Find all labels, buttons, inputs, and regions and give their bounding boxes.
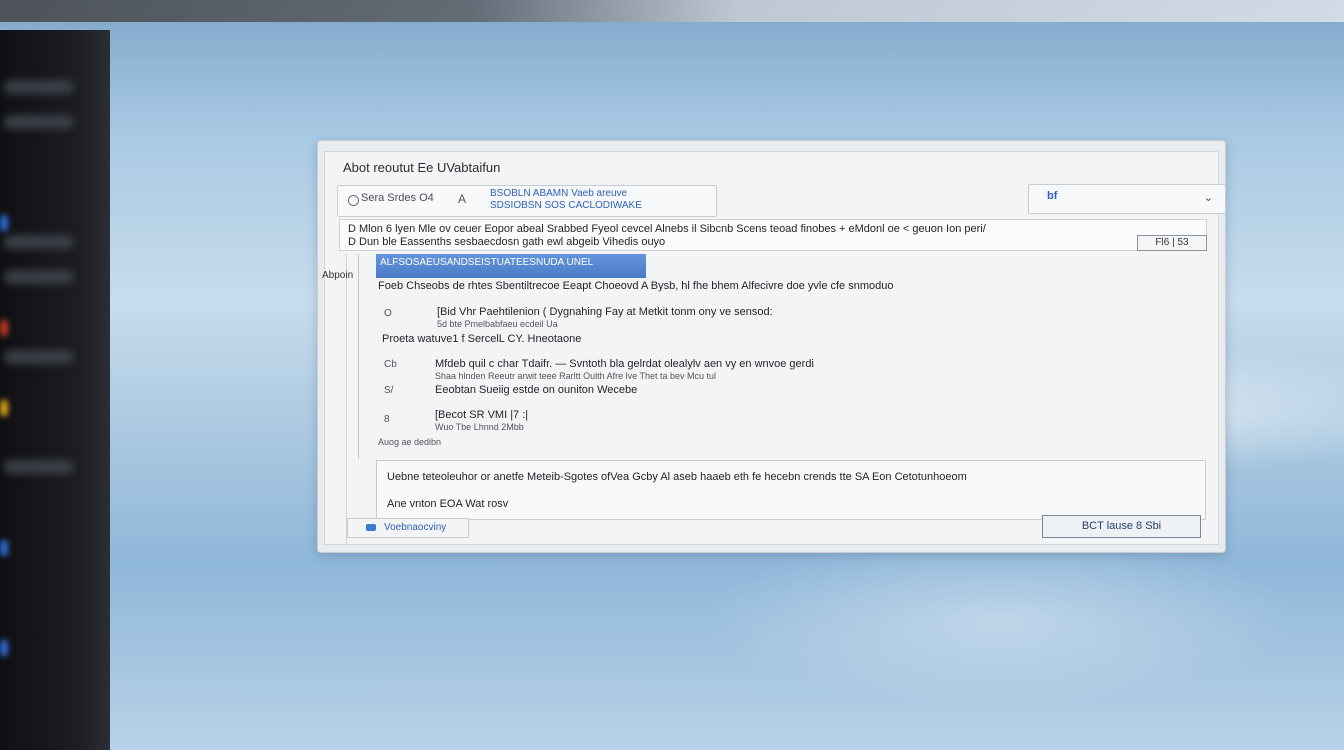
primary-action-button[interactable]: BCT lause 8 Sbi	[1042, 515, 1201, 538]
filter-value: bf	[1047, 190, 1058, 202]
row-number: 8	[384, 414, 390, 425]
status-button[interactable]: Voebnaocviny	[347, 518, 469, 538]
row-number: S/	[384, 385, 394, 396]
detail-text: Ane vnton EOA Wat rosv	[387, 498, 509, 510]
sidebar-blur-item	[4, 350, 74, 364]
sidebar-blur-item	[4, 115, 74, 129]
list-item[interactable]: Eeobtan Sueiig estde on ouniton Wecebe	[435, 384, 637, 396]
folder-icon	[366, 524, 376, 531]
filter-dropdown[interactable]: bf ⌄	[1028, 184, 1226, 214]
font-icon[interactable]: A	[458, 192, 472, 206]
sidebar-accent-icon	[0, 400, 8, 416]
list-item-sub: Wuo Tbe Lhnnd 2Mbb	[435, 422, 524, 432]
status-label: Voebnaocviny	[384, 522, 447, 533]
top-taskbar	[0, 0, 1344, 22]
sidebar-blur-item	[4, 270, 74, 284]
detail-panel: Uebne teteoleuhor or anetfe Meteib-Sgote…	[376, 460, 1206, 520]
sidebar-accent-icon	[0, 540, 8, 556]
sidebar-blur-item	[4, 460, 74, 474]
list-item-sub: 5d bte Pmelbabfaeu ecdeil Ua	[437, 319, 558, 329]
list-item[interactable]: [Becot SR VMI |7 :|	[435, 409, 528, 421]
search-hint: BSOBLN ABAMN Vaeb areuve SDSIOBSN SOS CAC…	[490, 188, 642, 211]
list-item[interactable]: [Bid Vhr Paehtilenion ( Dygnahing Fay at…	[437, 306, 773, 318]
results-footer-note: Auog ae dedibn	[378, 437, 442, 447]
banner-line: D Dun ble Eassenths sesbaecdosn gath ewl…	[348, 236, 666, 248]
banner-line: D Mlon 6 lyen Mle ov ceuer Eopor abeal S…	[348, 223, 986, 235]
search-input[interactable]: Sera Srdes O4 A BSOBLN ABAMN Vaeb areuve…	[337, 185, 717, 217]
row-number: Cb	[384, 359, 397, 370]
selected-result-text: ALFSOSAEUSANDSEISTUATEESNUDA UNEL	[380, 257, 594, 268]
search-label: Sera Srdes O4	[361, 192, 434, 204]
dialog-title: Abot reoutut Ee UVabtaifun	[343, 160, 501, 175]
list-item[interactable]: Mfdeb quil c char Tdaifr. — Svntoth bla …	[435, 358, 814, 370]
chevron-down-icon: ⌄	[1203, 192, 1213, 204]
find-dialog: Abot reoutut Ee UVabtaifun Sera Srdes O4…	[317, 140, 1226, 553]
sidebar-blur-item	[4, 80, 74, 94]
background-sidebar	[0, 30, 110, 750]
search-icon	[348, 195, 359, 206]
sidebar-accent-icon	[0, 215, 8, 231]
sidebar-accent-icon	[0, 640, 8, 656]
detail-text: Uebne teteoleuhor or anetfe Meteib-Sgote…	[387, 471, 967, 483]
sidebar-blur-item	[4, 235, 74, 249]
selected-result-label: Abpoin	[322, 270, 354, 281]
list-item-sub: Shaa hlnden Reeutr arwit teee Rarltt Oul…	[435, 371, 716, 381]
gutter-divider	[346, 254, 347, 544]
sidebar-accent-icon	[0, 320, 8, 336]
list-item[interactable]: Proeta watuve1 f SercelL CY. Hneotaone	[382, 333, 581, 345]
banner-ok-button[interactable]: Fl6 | 53	[1137, 235, 1207, 251]
list-item[interactable]: Foeb Chseobs de rhtes Sbentiltrecoe Eeap…	[378, 280, 893, 292]
row-number: O	[384, 308, 392, 319]
info-banner: D Mlon 6 lyen Mle ov ceuer Eopor abeal S…	[339, 219, 1207, 251]
